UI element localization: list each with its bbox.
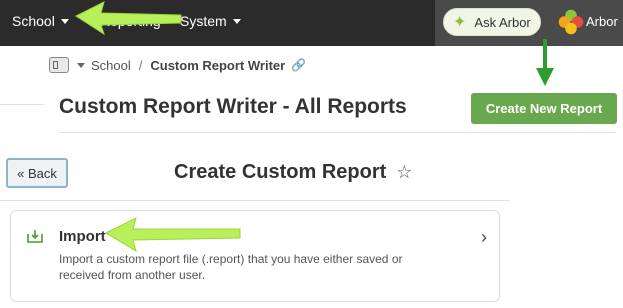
nav-school[interactable]: School xyxy=(12,13,69,29)
arbor-brand-label[interactable]: Arbor xyxy=(586,14,618,29)
import-option-description: Import a custom report file (.report) th… xyxy=(59,252,403,282)
nav-system[interactable]: System xyxy=(180,13,241,29)
ask-arbor-label: Ask Arbor xyxy=(474,14,531,30)
chevron-right-icon: › xyxy=(481,227,487,247)
import-option-card[interactable]: Import Import a custom report file (.rep… xyxy=(10,210,500,302)
star-icon[interactable]: ☆ xyxy=(396,162,412,183)
chevron-down-icon[interactable] xyxy=(77,62,85,68)
dialog-title-text: Create Custom Report xyxy=(174,161,387,183)
breadcrumb-current: Custom Report Writer xyxy=(150,57,286,73)
page-title: Custom Report Writer - All Reports xyxy=(59,95,407,118)
breadcrumb-root[interactable]: School xyxy=(91,58,131,73)
nav-reporting-label: Reporting xyxy=(100,13,161,29)
arbor-logo-icon xyxy=(558,9,584,35)
sparkle-icon: ✦ xyxy=(453,14,467,31)
create-new-report-button[interactable]: Create New Report xyxy=(471,93,617,124)
divider xyxy=(0,104,44,105)
chevron-down-icon xyxy=(232,18,241,24)
import-icon xyxy=(27,230,43,243)
link-icon[interactable]: 🔗 xyxy=(291,58,306,72)
nav-system-label: System xyxy=(180,13,227,29)
divider xyxy=(59,132,616,133)
dialog-title: Create Custom Report ☆ xyxy=(174,161,412,184)
nav-reporting[interactable]: Reporting xyxy=(100,13,161,29)
back-button[interactable]: « Back xyxy=(6,158,68,188)
divider xyxy=(0,200,510,201)
nav-school-label: School xyxy=(12,13,55,29)
chevron-down-icon xyxy=(60,18,69,24)
breadcrumb: School / Custom Report Writer 🔗 xyxy=(49,55,306,75)
import-option-title: Import xyxy=(59,228,106,245)
annotation-arrow-button xyxy=(536,39,554,86)
ask-arbor-button[interactable]: ✦ Ask Arbor xyxy=(443,8,541,36)
sidebar-toggle-icon[interactable] xyxy=(49,57,69,73)
breadcrumb-separator: / xyxy=(138,57,143,73)
